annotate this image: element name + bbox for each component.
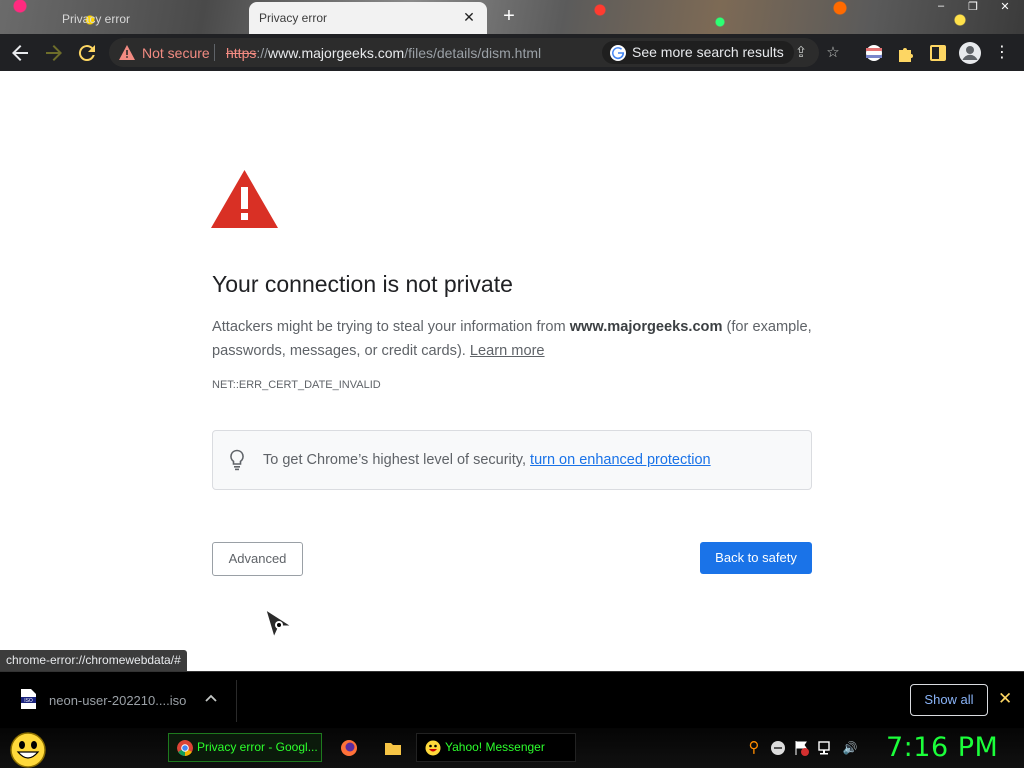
search-icon[interactable]: ⚲	[746, 740, 762, 756]
taskbar-item-chrome[interactable]: Privacy error - Googl...	[168, 733, 322, 762]
url-text[interactable]: https://www.majorgeeks.com/files/details…	[226, 45, 541, 61]
download-divider	[236, 680, 237, 722]
error-description: Attackers might be trying to steal your …	[212, 315, 812, 363]
profile-avatar-icon[interactable]	[959, 42, 981, 64]
window-controls: – ❐ ✕	[932, 0, 1014, 16]
reload-icon[interactable]	[75, 41, 99, 65]
desc-text-before: Attackers might be trying to steal your …	[212, 319, 570, 335]
status-url-bubble: chrome-error://chromewebdata/#	[0, 650, 187, 671]
tab-label: Privacy error	[62, 12, 131, 26]
chevron-up-icon[interactable]	[205, 691, 217, 705]
url-separator: ://	[256, 45, 269, 61]
messenger-status-icon[interactable]	[770, 740, 786, 756]
window-close-icon[interactable]: ✕	[996, 0, 1014, 16]
network-icon[interactable]	[818, 740, 834, 756]
back-to-safety-button[interactable]: Back to safety	[700, 542, 812, 574]
not-secure-label[interactable]: Not secure	[142, 45, 210, 61]
search-results-chip[interactable]: See more search results	[602, 41, 794, 64]
yahoo-smiley-icon	[425, 740, 441, 756]
browser-toolbar: Not secure https://www.majorgeeks.com/fi…	[0, 34, 1024, 71]
extensions-puzzle-icon[interactable]	[896, 43, 916, 63]
omnibox-divider	[214, 44, 215, 61]
error-code[interactable]: NET::ERR_CERT_DATE_INVALID	[212, 379, 381, 391]
tab-strip: Privacy error Privacy error ✕ + – ❐ ✕	[0, 0, 1024, 34]
volume-icon[interactable]: 🔊	[842, 740, 858, 756]
security-tip: To get Chrome’s highest level of securit…	[263, 452, 711, 468]
iso-file-badge: ISO	[24, 698, 33, 704]
restore-icon[interactable]: ❐	[964, 0, 982, 16]
tab-label: Privacy error	[259, 11, 328, 25]
taskbar-item-yahoo-messenger[interactable]: Yahoo! Messenger	[416, 733, 576, 762]
chrome-icon	[177, 740, 193, 756]
download-shelf: ISO neon-user-202210....iso Show all ✕	[0, 671, 1024, 728]
desc-host: www.majorgeeks.com	[569, 319, 723, 335]
enhanced-protection-box: To get Chrome’s highest level of securit…	[212, 430, 812, 490]
share-icon[interactable]: ⇪	[791, 44, 811, 62]
download-filename[interactable]: neon-user-202210....iso	[49, 693, 186, 708]
minimize-icon[interactable]: –	[932, 0, 950, 16]
tab-privacy-error-background[interactable]: Privacy error	[6, 3, 244, 34]
interstitial-page: Your connection is not private Attackers…	[0, 71, 1024, 671]
smiley-start-icon[interactable]	[8, 730, 48, 768]
tab-privacy-error-active[interactable]: Privacy error ✕	[249, 2, 487, 34]
warning-triangle-icon[interactable]	[119, 45, 135, 65]
page-title: Your connection is not private	[212, 271, 513, 297]
close-tab-icon[interactable]: ✕	[460, 8, 478, 26]
bookmark-star-icon[interactable]: ☆	[823, 44, 843, 62]
new-tab-button[interactable]: +	[498, 5, 520, 27]
action-center-flag-icon[interactable]	[794, 740, 810, 756]
side-panel-icon[interactable]	[928, 43, 948, 63]
advanced-button[interactable]: Advanced	[212, 542, 303, 576]
mouse-cursor-icon	[265, 609, 293, 639]
address-bar[interactable]: Not secure https://www.majorgeeks.com/fi…	[109, 38, 840, 67]
lightbulb-icon	[230, 449, 244, 471]
taskbar-item-label: Yahoo! Messenger	[445, 740, 545, 754]
url-scheme: https	[226, 45, 257, 61]
close-shelf-icon[interactable]: ✕	[998, 690, 1012, 708]
url-host: www.majorgeeks.com	[268, 45, 405, 61]
chrome-menu-icon[interactable]: ⋮	[990, 41, 1014, 65]
search-chip-label: See more search results	[632, 44, 784, 60]
taskbar: Privacy error - Googl... Yahoo! Messenge…	[0, 728, 1024, 768]
show-all-button[interactable]: Show all	[910, 684, 988, 716]
danger-triangle-icon	[211, 170, 278, 228]
taskbar-clock[interactable]: 7:16 PM	[886, 732, 998, 763]
iso-file-icon[interactable]: ISO	[20, 689, 36, 709]
google-g-icon	[610, 45, 626, 61]
firefox-icon[interactable]	[340, 739, 358, 757]
security-tip-text: To get Chrome’s highest level of securit…	[263, 452, 531, 468]
back-arrow-icon[interactable]	[8, 41, 32, 65]
taskbar-item-label: Privacy error - Googl...	[197, 740, 318, 754]
url-path: /files/details/dism.html	[404, 45, 542, 61]
profile-flag-icon[interactable]	[864, 43, 884, 63]
folder-icon[interactable]	[384, 739, 402, 757]
forward-arrow-icon[interactable]	[42, 41, 66, 65]
enhanced-protection-link[interactable]: turn on enhanced protection	[530, 452, 711, 468]
learn-more-link[interactable]: Learn more	[470, 343, 545, 359]
